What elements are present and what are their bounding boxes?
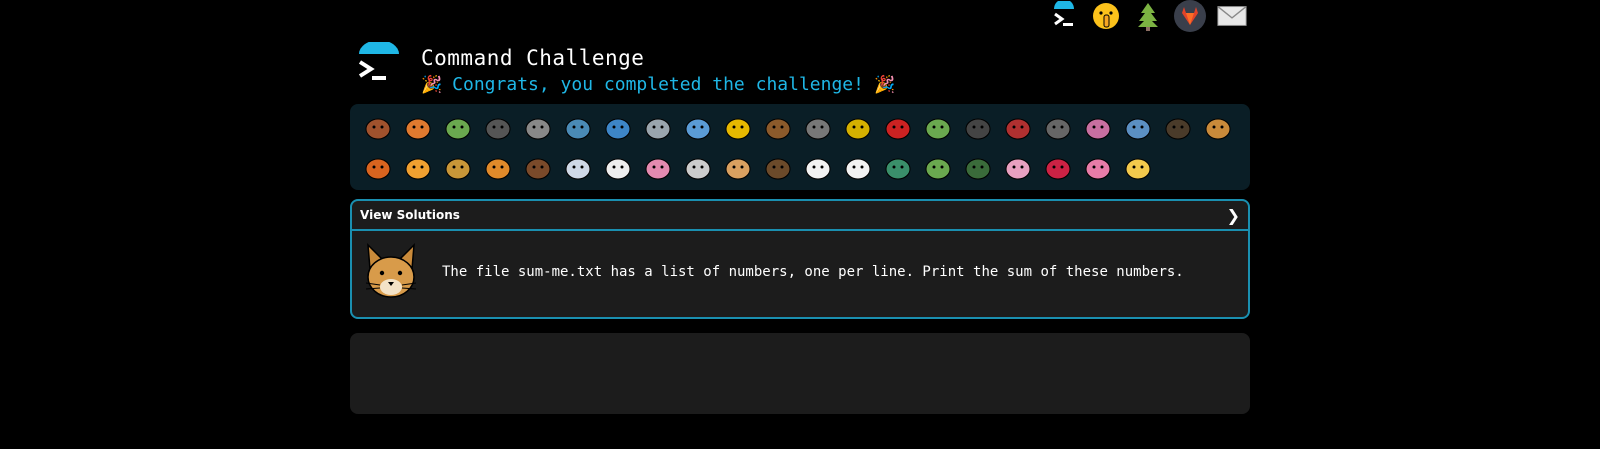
rose-icon[interactable] (1038, 148, 1078, 188)
party-popper-icon: 🎉 (873, 74, 896, 95)
view-solutions-label: View Solutions (360, 208, 460, 222)
bee-icon[interactable] (838, 108, 878, 148)
hedgehog-icon[interactable] (758, 108, 798, 148)
party-popper-icon: 🎉 (421, 74, 443, 95)
congrats-text: Congrats, you completed the challenge! (452, 74, 864, 95)
lion-icon[interactable] (438, 148, 478, 188)
cow-icon[interactable] (598, 148, 638, 188)
horse-icon[interactable] (518, 148, 558, 188)
spider-icon[interactable] (958, 108, 998, 148)
tiger-icon[interactable] (478, 148, 518, 188)
ant-icon[interactable] (478, 108, 518, 148)
dolphin-gray-icon[interactable] (638, 108, 678, 148)
scorpion-icon[interactable] (998, 108, 1038, 148)
unicorn-icon[interactable] (558, 148, 598, 188)
shush-face-icon[interactable] (1090, 0, 1122, 32)
gorilla-icon[interactable] (1158, 108, 1198, 148)
dog-icon[interactable] (1198, 108, 1238, 148)
worm-icon[interactable] (1078, 108, 1118, 148)
caterpillar-icon[interactable] (438, 108, 478, 148)
dolphin-blue-icon[interactable] (598, 108, 638, 148)
bear-icon[interactable] (758, 148, 798, 188)
hibiscus-icon[interactable] (1078, 148, 1118, 188)
fish-icon[interactable] (678, 108, 718, 148)
butterfly-icon[interactable] (398, 108, 438, 148)
frog-icon[interactable] (918, 148, 958, 188)
wolf-icon[interactable] (798, 108, 838, 148)
fox-icon[interactable] (358, 148, 398, 188)
whale-icon[interactable] (558, 108, 598, 148)
page-header: Command Challenge 🎉 Congrats, you comple… (357, 42, 895, 95)
mail-icon[interactable] (1216, 0, 1248, 32)
cherry-blossom-icon[interactable] (998, 148, 1038, 188)
terminal-icon[interactable] (1048, 0, 1080, 32)
view-solutions-header[interactable]: View Solutions ❯ (352, 201, 1248, 231)
hatching-chick-icon[interactable] (838, 148, 878, 188)
fly-icon[interactable] (1038, 108, 1078, 148)
panda-icon[interactable] (798, 148, 838, 188)
hamster-icon[interactable] (718, 148, 758, 188)
pig-icon[interactable] (638, 148, 678, 188)
page-title: Command Challenge (421, 46, 645, 70)
congrats-message: 🎉 Congrats, you completed the challenge!… (421, 74, 895, 95)
tropical-fish-icon[interactable] (718, 108, 758, 148)
ladybug-icon[interactable] (878, 108, 918, 148)
spider-web-icon[interactable] (518, 108, 558, 148)
microbe-icon[interactable] (1118, 108, 1158, 148)
challenge-card: View Solutions ❯ The file sum-me.txt has… (350, 199, 1250, 319)
chevron-right-icon[interactable]: ❯ (1227, 206, 1240, 225)
cat-face-icon (365, 243, 417, 298)
tree-icon[interactable] (1132, 0, 1164, 32)
sunflower-icon[interactable] (1118, 148, 1158, 188)
cat-icon[interactable] (398, 148, 438, 188)
cricket-icon[interactable] (918, 108, 958, 148)
snail-icon[interactable] (358, 108, 398, 148)
dragon-icon[interactable] (958, 148, 998, 188)
terminal-logo-icon (358, 42, 399, 80)
peacock-icon[interactable] (878, 148, 918, 188)
mouse-icon[interactable] (678, 148, 718, 188)
challenge-description: The file sum-me.txt has a list of number… (442, 264, 1184, 280)
top-icon-bar (1048, 0, 1248, 32)
animal-badges (350, 104, 1250, 190)
terminal-panel[interactable] (350, 333, 1250, 414)
gitlab-icon[interactable] (1174, 0, 1206, 32)
